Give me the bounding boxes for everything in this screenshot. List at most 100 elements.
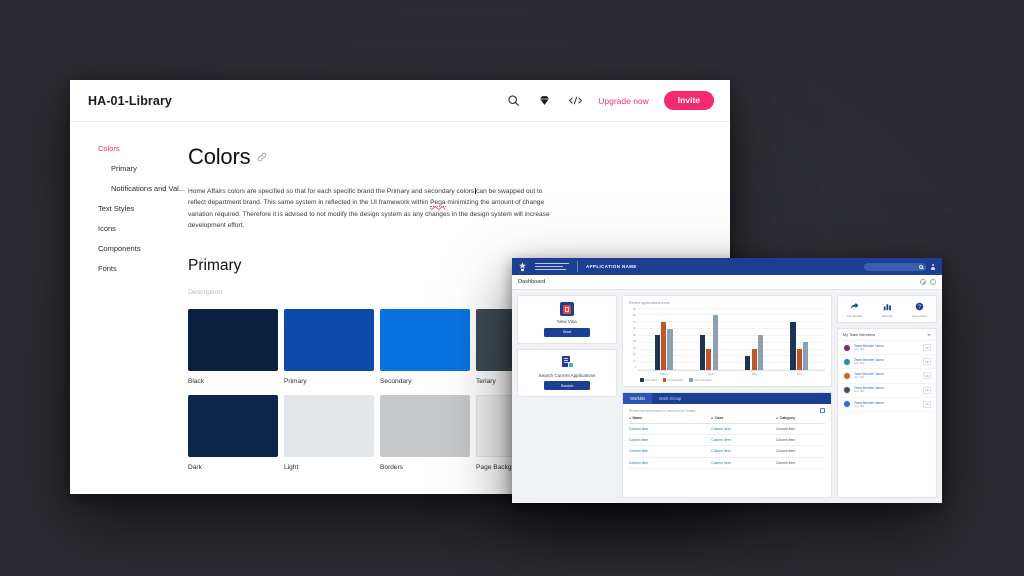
help-icon: ? <box>915 301 925 311</box>
link-icon[interactable] <box>257 152 267 162</box>
chart-bar <box>706 349 712 370</box>
sidebar-item-colors[interactable]: Colors <box>98 144 188 153</box>
column-header-category[interactable]: Category <box>775 416 825 420</box>
government-wordmark <box>534 262 569 271</box>
list-item[interactable]: Team Member Name Job Title 10 <box>838 341 936 356</box>
swatch-dark[interactable]: Dark <box>188 395 278 471</box>
swatch-chip[interactable] <box>284 395 374 458</box>
table-cell-link[interactable]: Column Item <box>711 449 776 453</box>
new-visa-card[interactable]: New Visa Start <box>517 295 617 344</box>
sidebar-item-components[interactable]: Components <box>98 244 188 253</box>
avatar <box>843 371 851 380</box>
table-cell: Column Item <box>775 426 796 431</box>
dashboard-subbar: Dashboard <box>512 275 942 290</box>
chart-y-axis: 90 80 70 60 50 40 30 20 10 0 <box>629 308 638 376</box>
sidebar-item-fonts[interactable]: Fonts <box>98 264 188 273</box>
legend-item: New Visa <box>640 378 657 382</box>
avatar <box>843 357 851 366</box>
user-avatar-icon[interactable] <box>930 263 936 271</box>
list-item[interactable]: Team Member Name Job Title 10 <box>838 398 936 412</box>
list-item[interactable]: Team Member Name Job Title 10 <box>838 384 936 398</box>
chart-bar-group <box>790 308 809 370</box>
tab-worklist[interactable]: Worklist <box>623 393 652 404</box>
swatch-light[interactable]: Light <box>284 395 374 471</box>
chart-bar <box>796 349 802 370</box>
sidebar-item-primary[interactable]: Primary <box>98 164 188 173</box>
table-cell-link[interactable]: Column Item <box>711 427 776 431</box>
dashboard-search-input[interactable] <box>864 262 926 271</box>
swatch-chip[interactable] <box>188 309 278 372</box>
bar-chart-icon <box>882 301 892 311</box>
table-cell-link[interactable]: Column Item <box>711 461 776 465</box>
gear-icon[interactable] <box>920 279 926 285</box>
appbar-right-group <box>864 262 938 271</box>
sidebar-item-notifications[interactable]: Notifications and Val... <box>98 184 188 193</box>
column-header-case[interactable]: Case <box>711 416 776 420</box>
chart-bar <box>745 355 751 370</box>
table-header-row: Name Case Category <box>629 416 825 424</box>
list-item[interactable]: Team Member Name Job Title 10 <box>838 355 936 370</box>
refresh-icon[interactable] <box>820 408 825 413</box>
chart-bar <box>661 321 667 370</box>
table-cell-link[interactable]: Column Item <box>711 438 776 442</box>
legend-label: Visa Enquiry <box>667 378 684 382</box>
chevron-down-icon[interactable] <box>927 333 931 336</box>
table-row[interactable]: Column Item Column Item Column Item <box>629 458 825 469</box>
search-applications-card[interactable]: Search Current Applications Search <box>517 348 617 398</box>
y-axis-tick: 10 <box>632 358 636 363</box>
swatch-black[interactable]: Black <box>188 309 278 385</box>
upgrade-now-link[interactable]: Upgrade now <box>598 96 649 106</box>
sidebar-item-icons[interactable]: Icons <box>98 224 188 233</box>
swatch-primary[interactable]: Primary <box>284 309 374 385</box>
team-member-text: Team Member Name Job Title <box>854 358 884 365</box>
svg-text:?: ? <box>918 304 921 310</box>
sort-icon <box>629 417 631 419</box>
search-button[interactable]: Search <box>544 381 590 391</box>
search-icon[interactable] <box>505 93 521 109</box>
swatch-chip[interactable] <box>380 395 470 458</box>
column-header-name[interactable]: Name <box>629 416 711 420</box>
table-cell-link[interactable]: Column Item <box>629 438 711 442</box>
sidebar-item-text-styles[interactable]: Text Styles <box>98 204 188 213</box>
x-axis-label: May <box>751 372 758 376</box>
government-crest-icon <box>516 261 529 272</box>
table-cell-link[interactable]: Column Item <box>629 461 711 465</box>
application-name: APPLICATION NAME <box>586 264 637 269</box>
gem-icon[interactable] <box>536 93 552 109</box>
swatch-chip[interactable] <box>188 395 278 458</box>
table-row[interactable]: Column Item Column Item Column Item <box>629 424 825 435</box>
swatch-chip[interactable] <box>284 309 374 372</box>
quick-action-learn-more[interactable]: ? Learn More <box>903 301 936 318</box>
y-axis-tick: 40 <box>632 339 636 344</box>
quick-action-get-started[interactable]: Get Started <box>838 301 871 318</box>
y-axis-tick: 60 <box>632 326 636 331</box>
legend-swatch <box>689 378 693 382</box>
tab-work-group[interactable]: Work Group <box>652 393 689 404</box>
team-member-role: Job Title <box>854 403 865 408</box>
table-cell-link[interactable]: Column Item <box>629 449 711 453</box>
team-members-card: My Team Members Team Member Name Job Titl… <box>837 327 937 498</box>
start-button[interactable]: Start <box>544 327 590 337</box>
legend-label: New Visa <box>645 378 657 382</box>
table-cell: Column Item <box>775 449 796 454</box>
legend-item: Visa Renewal <box>689 378 711 382</box>
avatar <box>843 400 851 409</box>
y-axis-tick: 80 <box>632 313 636 318</box>
invite-button[interactable]: Invite <box>663 91 714 110</box>
table-row[interactable]: Column Item Column Item Column Item <box>629 435 825 447</box>
legend-label: Visa Renewal <box>694 378 712 382</box>
help-icon[interactable] <box>930 279 936 285</box>
worklist-table: Name Case Category Column Item Column Ite… <box>623 416 831 473</box>
code-icon[interactable] <box>567 93 583 109</box>
swatch-chip[interactable] <box>380 309 470 372</box>
quick-action-reports[interactable]: Reports <box>871 301 904 318</box>
y-axis-tick: 20 <box>632 352 636 357</box>
swatch-secondary[interactable]: Secondary <box>380 309 470 385</box>
list-item[interactable]: Team Member Name Job Title 10 <box>838 369 936 384</box>
dashboard-main: New Visa Start Search Current Applicatio… <box>512 290 942 503</box>
team-member-role: Job Title <box>854 346 865 351</box>
swatch-borders[interactable]: Borders <box>380 395 470 471</box>
table-row[interactable]: Column Item Column Item Column Item <box>629 446 825 458</box>
table-cell-link[interactable]: Column Item <box>629 427 711 431</box>
team-members-header[interactable]: My Team Members <box>838 329 936 341</box>
